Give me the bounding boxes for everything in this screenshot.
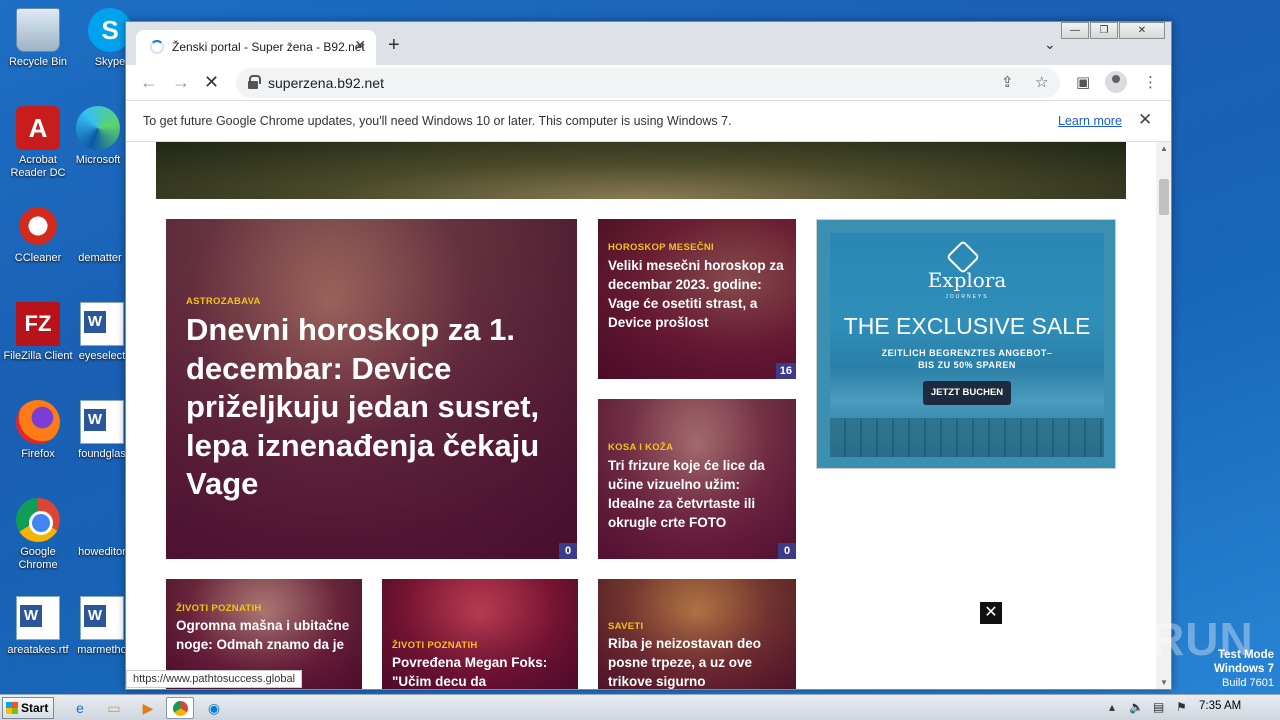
stop-loading-icon[interactable]: ✕ — [204, 72, 219, 93]
taskbar-ie-icon[interactable]: e — [66, 697, 94, 719]
ad-subline: ZEITLICH BEGRENZTES ANGEBOT– BIS ZU 50% … — [881, 348, 1053, 370]
article-category[interactable]: ŽIVOTI POZNATIH — [176, 603, 262, 614]
comment-count-badge[interactable]: 0 — [778, 543, 796, 559]
ad-brand-sub: JOURNEYS — [945, 294, 989, 300]
article-title[interactable]: Tri frizure koje će lice da učine vizuel… — [608, 456, 788, 532]
back-arrow-icon[interactable]: ← — [140, 72, 158, 93]
article-category[interactable]: HOROSKOP MESEČNI — [608, 242, 714, 253]
taskbar-explorer-icon[interactable]: ▭ — [100, 697, 128, 719]
browser-toolbar: ← → ✕ superzena.b92.net ⇪ ☆ ▣ ⋮ — [126, 65, 1171, 101]
article-category[interactable]: ŽIVOTI POZNATIH — [392, 640, 478, 651]
tray-expand-icon[interactable]: ▴ — [1109, 700, 1115, 714]
article-card[interactable]: HOROSKOP MESEČNI Veliki mesečni horoskop… — [598, 219, 796, 379]
tray-network-icon[interactable]: ▤ — [1153, 700, 1164, 714]
word-doc-icon — [80, 596, 124, 640]
article-title[interactable]: Dnevni horoskop za 1. decembar: Device p… — [186, 311, 566, 504]
ad-headline: THE EXCLUSIVE SALE — [843, 313, 1091, 339]
comment-count-badge[interactable]: 0 — [559, 543, 577, 559]
scroll-down-icon[interactable]: ▼ — [1156, 676, 1171, 689]
header-banner-image — [156, 142, 1126, 199]
bookmark-star-icon[interactable]: ☆ — [1035, 73, 1048, 91]
update-infobar: To get future Google Chrome updates, you… — [126, 101, 1171, 142]
side-panel-icon[interactable]: ▣ — [1076, 73, 1090, 91]
taskbar-edge-icon[interactable]: ◉ — [200, 697, 228, 719]
article-category[interactable]: ASTROZABAVA — [186, 296, 261, 307]
taskbar-chrome-icon[interactable] — [166, 697, 194, 719]
ad-pool-decoration — [830, 418, 1104, 457]
ad-close-icon[interactable]: ✕ — [980, 602, 1002, 624]
windows-logo-icon — [6, 702, 18, 714]
comment-count-badge[interactable]: 16 — [775, 363, 796, 379]
scroll-up-icon[interactable]: ▲ — [1156, 142, 1171, 156]
tray-volume-icon[interactable]: 🔈 — [1129, 700, 1144, 714]
url-text: superzena.b92.net — [268, 75, 384, 91]
article-title[interactable]: Ogromna mašna i ubitačne noge: Odmah zna… — [176, 616, 356, 654]
chrome-window: Ženski portal - Super žena - B92.net ✕ +… — [125, 21, 1172, 690]
restore-button[interactable]: ❐ — [1090, 22, 1118, 39]
windows-test-mode-label: Test Mode Windows 7 Build 7601 — [1214, 649, 1274, 689]
loading-spinner-icon — [150, 40, 164, 54]
profile-avatar-icon[interactable] — [1105, 71, 1127, 93]
tray-flag-icon[interactable]: ⚑ — [1176, 700, 1187, 714]
ad-brand: Explora — [927, 268, 1007, 292]
page-scrollbar[interactable]: ▲ ▼ — [1156, 142, 1171, 689]
new-tab-button[interactable]: + — [388, 34, 400, 57]
chrome-icon — [16, 498, 60, 542]
article-category[interactable]: KOSA I KOŽA — [608, 442, 673, 453]
file-icon — [78, 204, 122, 248]
lock-icon[interactable] — [248, 75, 261, 89]
firefox-icon — [16, 400, 60, 444]
tab-search-chevron-icon[interactable]: ⌄ — [1044, 36, 1056, 53]
article-card[interactable]: SAVETI Riba je neizostavan deo posne trp… — [598, 579, 796, 689]
ad-cta-button[interactable]: JETZT BUCHEN — [923, 381, 1011, 405]
article-card[interactable]: ŽIVOTI POZNATIH Povređena Megan Foks: "U… — [382, 579, 578, 689]
ccleaner-icon — [16, 204, 60, 248]
ad-image: Explora JOURNEYS THE EXCLUSIVE SALE ZEIT… — [830, 233, 1104, 457]
filezilla-icon: FZ — [16, 302, 60, 346]
tab-close-icon[interactable]: ✕ — [354, 37, 366, 54]
link-status-bubble: https://www.pathtosuccess.global — [126, 670, 303, 688]
kebab-menu-icon[interactable]: ⋮ — [1143, 73, 1158, 91]
taskbar: Start e ▭ ▶ ◉ ▴ 🔈 ▤ ⚑ 7:35 AM — [0, 694, 1280, 720]
file-icon — [80, 498, 124, 542]
article-category[interactable]: SAVETI — [608, 621, 643, 632]
tab-strip: Ženski portal - Super žena - B92.net ✕ +… — [126, 22, 1171, 65]
article-title[interactable]: Povređena Megan Foks: "Učim decu da — [392, 653, 572, 689]
article-title[interactable]: Riba je neizostavan deo posne trpeze, a … — [608, 634, 788, 689]
taskbar-clock[interactable]: 7:35 AM — [1199, 700, 1241, 712]
acrobat-icon: A — [16, 106, 60, 150]
infobar-close-icon[interactable]: ✕ — [1138, 110, 1152, 130]
forward-arrow-icon[interactable]: → — [172, 72, 190, 93]
learn-more-link[interactable]: Learn more — [1058, 114, 1122, 128]
scrollbar-thumb[interactable] — [1159, 179, 1169, 215]
recycle-bin-icon — [16, 8, 60, 52]
taskbar-media-player-icon[interactable]: ▶ — [134, 697, 162, 719]
address-bar[interactable]: superzena.b92.net ⇪ ☆ — [236, 68, 1060, 98]
page-viewport: ASTROZABAVA Dnevni horoskop za 1. decemb… — [126, 142, 1156, 689]
desktop-icon-recycle-bin[interactable]: Recycle Bin — [0, 8, 76, 69]
window-close-button[interactable]: ✕ — [1119, 22, 1165, 39]
share-icon[interactable]: ⇪ — [1001, 73, 1014, 91]
minimize-button[interactable]: — — [1061, 22, 1089, 39]
word-doc-icon — [80, 400, 124, 444]
word-doc-icon — [16, 596, 60, 640]
featured-article-card[interactable]: ASTROZABAVA Dnevni horoskop za 1. decemb… — [166, 219, 577, 559]
tab-active[interactable]: Ženski portal - Super žena - B92.net ✕ — [136, 30, 376, 65]
word-doc-icon — [80, 302, 124, 346]
advertisement-banner[interactable]: Explora JOURNEYS THE EXCLUSIVE SALE ZEIT… — [816, 219, 1116, 469]
start-button[interactable]: Start — [2, 697, 54, 719]
window-controls: — ❐ ✕ — [1060, 22, 1165, 39]
edge-icon — [76, 106, 120, 150]
article-card[interactable]: KOSA I KOŽA Tri frizure koje će lice da … — [598, 399, 796, 559]
tab-title: Ženski portal - Super žena - B92.net — [172, 40, 365, 54]
article-title[interactable]: Veliki mesečni horoskop za decembar 2023… — [608, 256, 788, 332]
infobar-message: To get future Google Chrome updates, you… — [143, 114, 732, 128]
